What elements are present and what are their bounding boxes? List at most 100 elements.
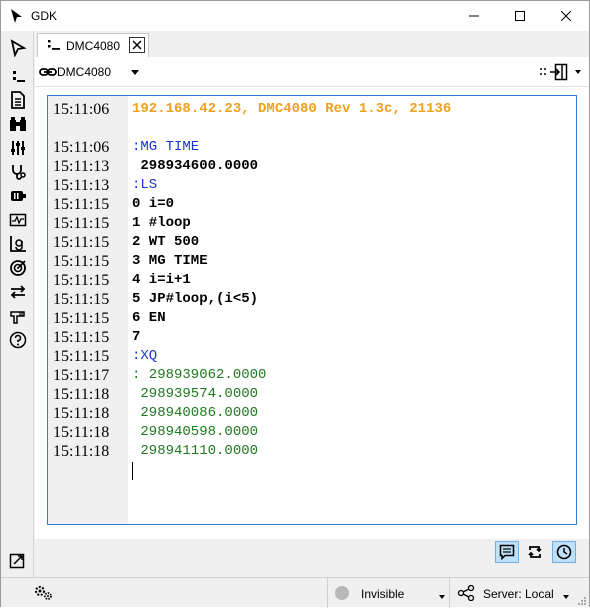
tool-viewer[interactable]	[7, 113, 29, 135]
stethoscope-icon	[12, 165, 26, 180]
link-icon	[39, 68, 57, 76]
line-text: :LS	[132, 177, 158, 193]
maximize-button[interactable]	[497, 1, 543, 31]
terminal-line: 15:11:13 298934600.0000	[48, 158, 576, 177]
chevron-down-icon[interactable]	[563, 595, 569, 599]
tool-target[interactable]	[7, 257, 29, 279]
message-icon	[499, 544, 515, 560]
terminal-line: 15:11:06:MG TIME	[48, 139, 576, 158]
line-text: 298934600.0000	[132, 158, 259, 174]
terminal-line: 15:11:06 192.168.42.23, DMC4080 Rev 1.3c,…	[48, 101, 576, 120]
tool-terminal[interactable]	[7, 65, 29, 87]
tool-tuner[interactable]	[7, 137, 29, 159]
tab-close-button[interactable]	[129, 37, 145, 53]
minimize-icon	[469, 15, 479, 17]
line-timestamp: 15:11:15	[53, 196, 110, 213]
resize-grip-icon[interactable]	[577, 596, 587, 606]
close-button[interactable]	[543, 1, 589, 31]
window-title: GDK	[31, 9, 58, 23]
server-label[interactable]: Server: Local	[483, 587, 554, 601]
pointer-icon	[10, 39, 27, 57]
terminal-icon	[13, 71, 25, 82]
line-text: 4 i=i+1	[132, 272, 191, 288]
close-icon	[561, 11, 571, 21]
line-timestamp: 15:11:17	[53, 367, 110, 384]
terminal-line: 15:11:15 :XQ	[48, 348, 576, 367]
terminal-line: 15:11:18 298940598.0000	[48, 424, 576, 443]
close-icon	[132, 40, 142, 50]
tool-graph[interactable]	[7, 233, 29, 255]
line-text: 298940598.0000	[132, 424, 259, 440]
line-text: : 298939062.0000	[132, 367, 267, 383]
terminal-line: 15:11:15 1 #loop	[48, 215, 576, 234]
terminal-line: 15:11:15 3 MG TIME	[48, 253, 576, 272]
refresh-icon	[528, 546, 542, 558]
tool-wizard[interactable]	[7, 305, 29, 327]
line-timestamp: 15:11:18	[53, 443, 110, 460]
tab-strip: DMC4080	[35, 31, 589, 57]
minimize-button[interactable]	[451, 1, 497, 31]
wand-icon	[10, 311, 25, 324]
tool-editor[interactable]	[7, 89, 29, 111]
transfer-arrows-icon	[10, 285, 26, 299]
terminal-line: 15:11:15 6 EN	[48, 310, 576, 329]
tab-dmc4080[interactable]: DMC4080	[37, 33, 149, 57]
line-timestamp: 15:11:15	[53, 348, 110, 365]
line-timestamp: 15:11:15	[53, 253, 110, 270]
tool-pointer[interactable]	[7, 37, 29, 59]
controller-bar: DMC4080	[35, 57, 589, 87]
line-timestamp: 15:11:15	[53, 310, 110, 327]
status-separator	[449, 578, 450, 608]
graph-icon	[10, 236, 26, 252]
line-timestamp: 15:11:15	[53, 272, 110, 289]
tool-io[interactable]	[7, 185, 29, 207]
terminal-line: 15:11:13:LS	[48, 177, 576, 196]
line-text: 298941110.0000	[132, 443, 259, 459]
settings-gears-icon[interactable]	[34, 584, 54, 602]
terminal-line: 15:11:15 7	[48, 329, 576, 348]
controller-select-value: DMC4080	[57, 65, 112, 79]
tool-transfer[interactable]	[7, 281, 29, 303]
panel-dock-icon[interactable]	[549, 62, 569, 82]
line-text: 6 EN	[132, 310, 166, 326]
terminal-line: 15:11:15 2 WT 500	[48, 234, 576, 253]
target-icon	[10, 260, 26, 276]
line-text: 0 i=0	[132, 196, 175, 212]
terminal-line: 15:11:18 298940086.0000	[48, 405, 576, 424]
status-bar: Invisible Server: Local	[1, 577, 589, 608]
line-text: 7	[132, 329, 141, 345]
export-icon	[9, 553, 25, 569]
chevron-down-icon[interactable]	[439, 595, 445, 599]
chevron-down-icon	[131, 70, 139, 75]
tool-export[interactable]	[7, 549, 29, 571]
line-timestamp: 15:11:15	[53, 215, 110, 232]
visibility-label[interactable]: Invisible	[361, 587, 404, 601]
chevron-down-icon[interactable]	[575, 70, 581, 74]
title-bar: GDK	[1, 1, 589, 31]
terminal-line: 15:11:17 : 298939062.0000	[48, 367, 576, 386]
tool-diagnostics[interactable]	[7, 161, 29, 183]
tool-scope[interactable]	[7, 209, 29, 231]
line-timestamp: 15:11:18	[53, 424, 110, 441]
line-text: 3 MG TIME	[132, 253, 208, 269]
terminal-line: 15:11:15 0 i=0	[48, 196, 576, 215]
message-toggle-button[interactable]	[495, 541, 519, 563]
controller-select[interactable]: DMC4080	[39, 61, 141, 83]
status-separator	[327, 578, 328, 608]
line-text: :XQ	[132, 348, 158, 364]
timestamp-toggle-button[interactable]	[552, 541, 576, 563]
terminal-line: 15:11:15 4 i=i+1	[48, 272, 576, 291]
drag-handle-icon[interactable]	[539, 66, 547, 78]
line-timestamp: 15:11:15	[53, 291, 110, 308]
line-text: 192.168.42.23, DMC4080 Rev 1.3c, 21136	[132, 101, 452, 117]
refresh-button[interactable]	[523, 541, 547, 563]
line-text: 2 WT 500	[132, 234, 200, 250]
help-icon	[9, 331, 27, 349]
terminal-line: 15:11:18 298939574.0000	[48, 386, 576, 405]
text-cursor	[132, 462, 133, 480]
terminal-output[interactable]: 15:11:06 192.168.42.23, DMC4080 Rev 1.3c,…	[47, 95, 577, 525]
line-text: 298939574.0000	[132, 386, 259, 402]
panel-buttons	[459, 539, 589, 573]
tool-help[interactable]	[7, 329, 29, 351]
